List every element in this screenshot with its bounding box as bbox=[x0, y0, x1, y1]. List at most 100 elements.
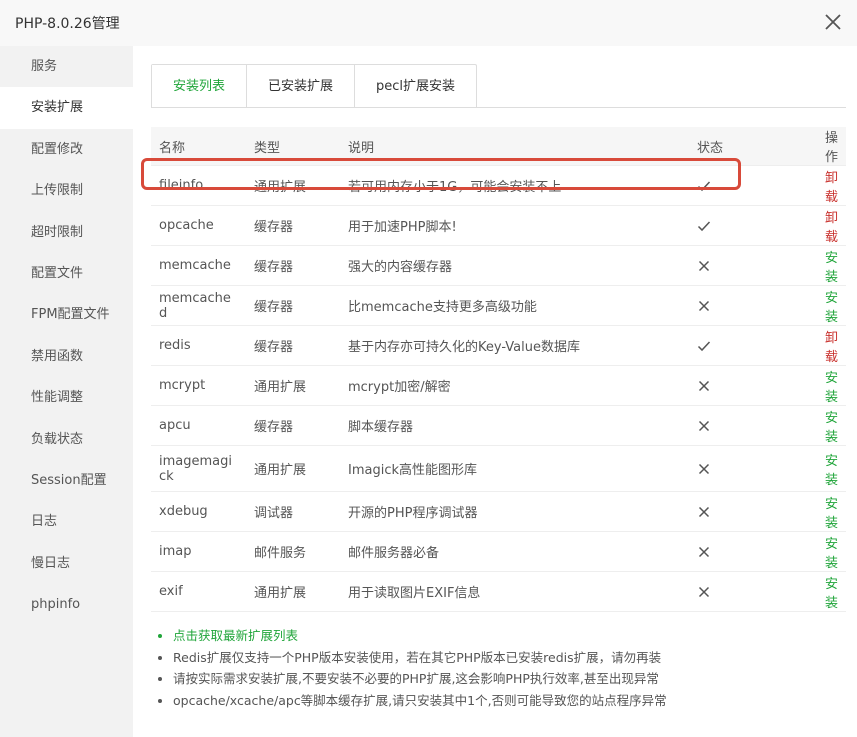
table-header-row: 名称 类型 说明 状态 操作 bbox=[151, 127, 846, 166]
sidebar-item[interactable]: 日志 bbox=[0, 501, 133, 542]
install-button[interactable]: 安装 bbox=[825, 291, 838, 325]
table-row: memcache 缓存器 强大的内容缓存器 安装 bbox=[151, 245, 846, 286]
check-icon bbox=[697, 220, 711, 231]
sidebar-item[interactable]: 安装扩展 bbox=[0, 87, 133, 129]
install-button[interactable]: 安装 bbox=[825, 454, 838, 488]
ext-desc: 用于读取图片EXIF信息 bbox=[340, 571, 689, 612]
sidebar: 服务 安装扩展 配置修改 上传限制 超时限制 配置文件 FPM配置文件 禁用函数 性能调整 负载状… bbox=[0, 46, 133, 737]
ext-name: redis bbox=[151, 325, 246, 366]
cross-icon bbox=[698, 260, 710, 271]
ext-type: 缓存器 bbox=[246, 285, 340, 326]
cross-icon bbox=[698, 420, 710, 431]
cross-icon bbox=[698, 463, 710, 474]
sidebar-item[interactable]: 禁用函数 bbox=[0, 336, 133, 377]
table-row: exif 通用扩展 用于读取图片EXIF信息 安装 bbox=[151, 571, 846, 612]
check-icon bbox=[697, 340, 711, 351]
sidebar-item[interactable]: 服务 bbox=[0, 46, 133, 87]
table-row: imap 邮件服务 邮件服务器必备 安装 bbox=[151, 531, 846, 572]
cross-icon bbox=[698, 506, 710, 517]
ext-type: 通用扩展 bbox=[246, 445, 340, 492]
sidebar-item[interactable]: 负载状态 bbox=[0, 419, 133, 460]
ext-type: 调试器 bbox=[246, 491, 340, 532]
ext-type: 缓存器 bbox=[246, 245, 340, 286]
ext-desc: 开源的PHP程序调试器 bbox=[340, 491, 689, 532]
install-button[interactable]: 安装 bbox=[825, 577, 838, 611]
ext-state bbox=[689, 531, 805, 572]
ext-desc: 基于内存亦可持久化的Key-Value数据库 bbox=[340, 325, 689, 366]
ext-name: apcu bbox=[151, 405, 246, 446]
install-button[interactable]: 安装 bbox=[825, 497, 838, 531]
ext-name: imagemagick bbox=[151, 445, 246, 492]
ext-state bbox=[689, 285, 805, 326]
cross-icon bbox=[698, 380, 710, 391]
table-row: xdebug 调试器 开源的PHP程序调试器 安装 bbox=[151, 491, 846, 532]
uninstall-button[interactable]: 卸载 bbox=[825, 331, 838, 365]
sidebar-item[interactable]: 超时限制 bbox=[0, 212, 133, 253]
close-icon[interactable] bbox=[821, 10, 845, 34]
table-row: fileinfo 通用扩展 若可用内存小于1G，可能会安装不上 卸载 bbox=[151, 165, 846, 206]
sidebar-item[interactable]: FPM配置文件 bbox=[0, 294, 133, 335]
tip-item: Redis扩展仅支持一个PHP版本安装使用，若在其它PHP版本已安装redis扩… bbox=[173, 647, 667, 669]
tab-bar: 安装列表 已安装扩展 pecl扩展安装 bbox=[151, 64, 478, 108]
ext-desc: 强大的内容缓存器 bbox=[340, 245, 689, 286]
refresh-extension-list-link[interactable]: 点击获取最新扩展列表 bbox=[173, 628, 298, 643]
tab[interactable]: pecl扩展安装 bbox=[354, 65, 476, 108]
install-button[interactable]: 安装 bbox=[825, 411, 838, 445]
ext-type: 通用扩展 bbox=[246, 365, 340, 406]
tab-divider bbox=[151, 107, 846, 108]
install-button[interactable]: 安装 bbox=[825, 371, 838, 405]
window-title: PHP-8.0.26管理 bbox=[15, 16, 120, 32]
header-name: 名称 bbox=[151, 127, 246, 166]
ext-type: 邮件服务 bbox=[246, 531, 340, 572]
ext-state bbox=[689, 245, 805, 286]
ext-name: imap bbox=[151, 531, 246, 572]
ext-state bbox=[689, 365, 805, 406]
uninstall-button[interactable]: 卸载 bbox=[825, 211, 838, 245]
sidebar-item[interactable]: 配置文件 bbox=[0, 253, 133, 294]
ext-name: exif bbox=[151, 571, 246, 612]
sidebar-item[interactable]: 性能调整 bbox=[0, 377, 133, 418]
tip-item: opcache/xcache/apc等脚本缓存扩展,请只安装其中1个,否则可能导… bbox=[173, 690, 667, 712]
ext-state bbox=[689, 165, 805, 206]
install-button[interactable]: 安装 bbox=[825, 537, 838, 571]
ext-desc: 脚本缓存器 bbox=[340, 405, 689, 446]
ext-desc: mcrypt加密/解密 bbox=[340, 365, 689, 406]
ext-state bbox=[689, 445, 805, 492]
sidebar-item[interactable]: 慢日志 bbox=[0, 543, 133, 584]
header-state: 状态 bbox=[689, 127, 805, 166]
cross-icon bbox=[698, 546, 710, 557]
tab[interactable]: 已安装扩展 bbox=[246, 65, 354, 108]
title-bar: PHP-8.0.26管理 bbox=[0, 0, 857, 46]
ext-name: fileinfo bbox=[151, 165, 246, 206]
table-row: redis 缓存器 基于内存亦可持久化的Key-Value数据库 卸载 bbox=[151, 325, 846, 366]
ext-desc: 用于加速PHP脚本! bbox=[340, 205, 689, 246]
sidebar-item[interactable]: 上传限制 bbox=[0, 170, 133, 211]
ext-state bbox=[689, 491, 805, 532]
tab[interactable]: 安装列表 bbox=[152, 65, 247, 108]
ext-type: 缓存器 bbox=[246, 205, 340, 246]
check-icon bbox=[697, 180, 711, 191]
ext-name: memcached bbox=[151, 285, 246, 326]
sidebar-item[interactable]: 配置修改 bbox=[0, 129, 133, 170]
ext-name: opcache bbox=[151, 205, 246, 246]
table-row: imagemagick 通用扩展 Imagick高性能图形库 安装 bbox=[151, 445, 846, 492]
tips-list: 点击获取最新扩展列表 Redis扩展仅支持一个PHP版本安装使用，若在其它PHP版… bbox=[158, 625, 667, 711]
header-type: 类型 bbox=[246, 127, 340, 166]
tip-item: 点击获取最新扩展列表 bbox=[173, 625, 667, 647]
sidebar-item[interactable]: Session配置 bbox=[0, 460, 133, 501]
ext-name: mcrypt bbox=[151, 365, 246, 406]
ext-state bbox=[689, 325, 805, 366]
ext-state bbox=[689, 405, 805, 446]
ext-type: 缓存器 bbox=[246, 325, 340, 366]
uninstall-button[interactable]: 卸载 bbox=[825, 171, 838, 205]
ext-type: 通用扩展 bbox=[246, 571, 340, 612]
table-row: opcache 缓存器 用于加速PHP脚本! 卸载 bbox=[151, 205, 846, 246]
ext-type: 通用扩展 bbox=[246, 165, 340, 206]
install-button[interactable]: 安装 bbox=[825, 251, 838, 285]
ext-state bbox=[689, 571, 805, 612]
sidebar-item[interactable]: phpinfo bbox=[0, 584, 133, 625]
header-desc: 说明 bbox=[340, 127, 689, 166]
extension-table: 名称 类型 说明 状态 操作 fileinfo 通用扩展 若可用内存小于1G，可能会… bbox=[151, 127, 846, 612]
ext-name: xdebug bbox=[151, 491, 246, 532]
cross-icon bbox=[698, 586, 710, 597]
